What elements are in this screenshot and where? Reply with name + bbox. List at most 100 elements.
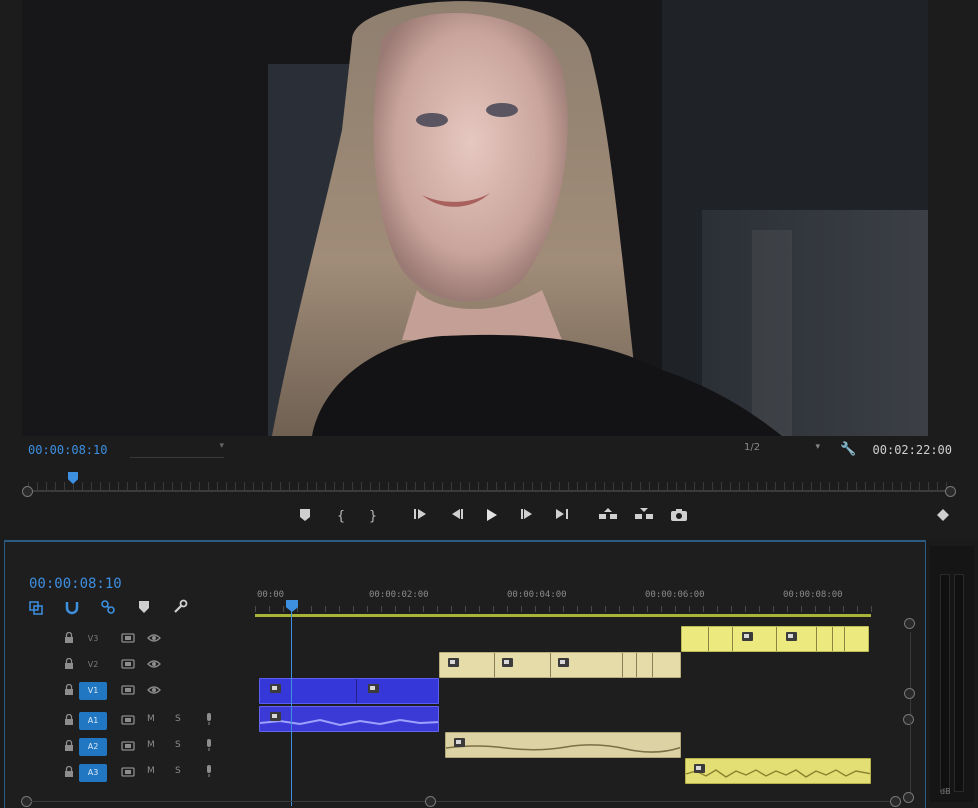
film-icon[interactable] (121, 740, 135, 752)
go-to-out-icon (556, 509, 568, 519)
film-icon[interactable] (121, 658, 135, 670)
track-target-a3[interactable]: A3 (79, 764, 107, 782)
solo-button[interactable]: S (175, 714, 181, 724)
solo-button[interactable]: S (175, 766, 181, 776)
mark-out-icon: } (368, 509, 378, 524)
time-ruler[interactable]: 00:00 00:00:02:00 00:00:04:00 00:00:06:0… (255, 586, 875, 614)
track-a1 (255, 706, 895, 732)
lock-icon[interactable] (63, 632, 75, 644)
step-forward-button[interactable] (518, 508, 536, 526)
video-preview (22, 0, 928, 436)
scroll-handle-bottom[interactable] (904, 688, 915, 699)
audio-clip[interactable] (445, 732, 681, 758)
track-target-v2[interactable]: V2 (79, 656, 107, 674)
chevron-down-icon: ▾ (815, 442, 820, 452)
meter-channel-right (954, 574, 964, 792)
microphone-icon[interactable] (205, 738, 213, 752)
eye-icon[interactable] (147, 658, 161, 670)
microphone-icon[interactable] (205, 712, 213, 726)
mute-button[interactable]: M (147, 740, 155, 750)
track-v1 (255, 678, 895, 704)
audio-waveform (446, 744, 680, 753)
audio-tracks-scrollbar[interactable] (903, 714, 917, 806)
mute-button[interactable]: M (147, 766, 155, 776)
extract-icon (635, 508, 653, 519)
step-back-button[interactable] (448, 508, 466, 526)
fit-dropdown[interactable]: ▾ (130, 441, 224, 458)
audio-clip[interactable] (259, 706, 439, 732)
eye-icon[interactable] (147, 684, 161, 696)
playhead-line (291, 610, 292, 806)
mark-in-button[interactable]: { (332, 508, 350, 526)
track-target-a1[interactable]: A1 (79, 712, 107, 730)
track-target-a2[interactable]: A2 (79, 738, 107, 756)
timeline-zoom-scrollbar[interactable] (21, 796, 901, 808)
extract-button[interactable] (634, 508, 654, 526)
duration-timecode: 00:02:22:00 (872, 443, 952, 457)
lock-icon[interactable] (63, 658, 75, 670)
track-v3 (255, 626, 895, 652)
eye-icon[interactable] (147, 632, 161, 644)
work-area-bar[interactable] (255, 614, 871, 617)
lock-icon[interactable] (63, 684, 75, 696)
go-to-in-button[interactable] (412, 508, 430, 526)
film-icon[interactable] (121, 714, 135, 726)
timeline-timecode[interactable]: 00:00:08:10 (29, 576, 122, 592)
film-icon[interactable] (121, 766, 135, 778)
lift-icon (599, 508, 617, 519)
track-header-v1: V1 (55, 680, 245, 704)
track-header-v3: V3 (55, 628, 245, 652)
mark-out-button[interactable]: } (364, 508, 382, 526)
fx-badge-icon (694, 764, 705, 773)
snap-icon[interactable] (63, 598, 81, 616)
monitor-scrub-bar[interactable] (22, 466, 956, 497)
zoom-handle-right[interactable] (945, 486, 956, 497)
zoom-handle-mid[interactable] (425, 796, 436, 807)
video-clip[interactable] (681, 626, 869, 652)
mark-in-icon: { (336, 509, 346, 524)
lock-icon[interactable] (63, 714, 75, 726)
program-monitor: 00:00:08:10 ▾ 1/2 ▾ 🔧 00:02:22:00 { } (0, 0, 978, 540)
lock-icon[interactable] (63, 740, 75, 752)
add-marker-icon[interactable] (135, 598, 153, 616)
microphone-icon[interactable] (205, 764, 213, 778)
playback-resolution-dropdown[interactable]: 1/2 ▾ (744, 442, 820, 460)
solo-button[interactable]: S (175, 740, 181, 750)
clip-segment (550, 653, 551, 677)
meter-channel-left (940, 574, 950, 792)
scroll-rail (31, 801, 891, 802)
video-clip[interactable] (439, 652, 681, 678)
monitor-time-ruler[interactable] (28, 482, 950, 490)
playback-resolution-value: 1/2 (744, 442, 761, 453)
track-target-v3[interactable]: V3 (79, 630, 107, 648)
nest-sequence-icon[interactable] (27, 598, 45, 616)
zoom-handle-left[interactable] (22, 486, 33, 497)
zoom-handle-right[interactable] (890, 796, 901, 807)
playhead-timecode[interactable]: 00:00:08:10 (28, 443, 107, 457)
lock-icon[interactable] (63, 766, 75, 778)
play-button[interactable] (482, 508, 500, 526)
mute-button[interactable]: M (147, 714, 155, 724)
button-editor-button[interactable] (934, 508, 952, 526)
monitor-scrub-track[interactable] (28, 490, 950, 492)
audio-clip[interactable] (685, 758, 871, 784)
wrench-icon[interactable]: 🔧 (840, 442, 856, 457)
video-clip[interactable] (259, 678, 439, 704)
lift-button[interactable] (598, 508, 618, 526)
linked-selection-icon[interactable] (99, 598, 117, 616)
film-icon[interactable] (121, 632, 135, 644)
fx-badge-icon (742, 632, 753, 641)
transport-controls: { } (0, 500, 978, 534)
export-frame-button[interactable] (670, 508, 688, 526)
film-icon[interactable] (121, 684, 135, 696)
track-target-v1[interactable]: V1 (79, 682, 107, 700)
fx-badge-icon (786, 632, 797, 641)
wrench-icon[interactable] (171, 598, 189, 616)
audio-waveform (686, 769, 870, 778)
go-to-out-button[interactable] (552, 508, 570, 526)
scroll-handle-top[interactable] (903, 714, 914, 725)
scroll-handle-top[interactable] (904, 618, 915, 629)
scroll-handle-bottom[interactable] (903, 792, 914, 803)
add-marker-button[interactable] (296, 508, 314, 526)
plus-icon (937, 509, 949, 521)
